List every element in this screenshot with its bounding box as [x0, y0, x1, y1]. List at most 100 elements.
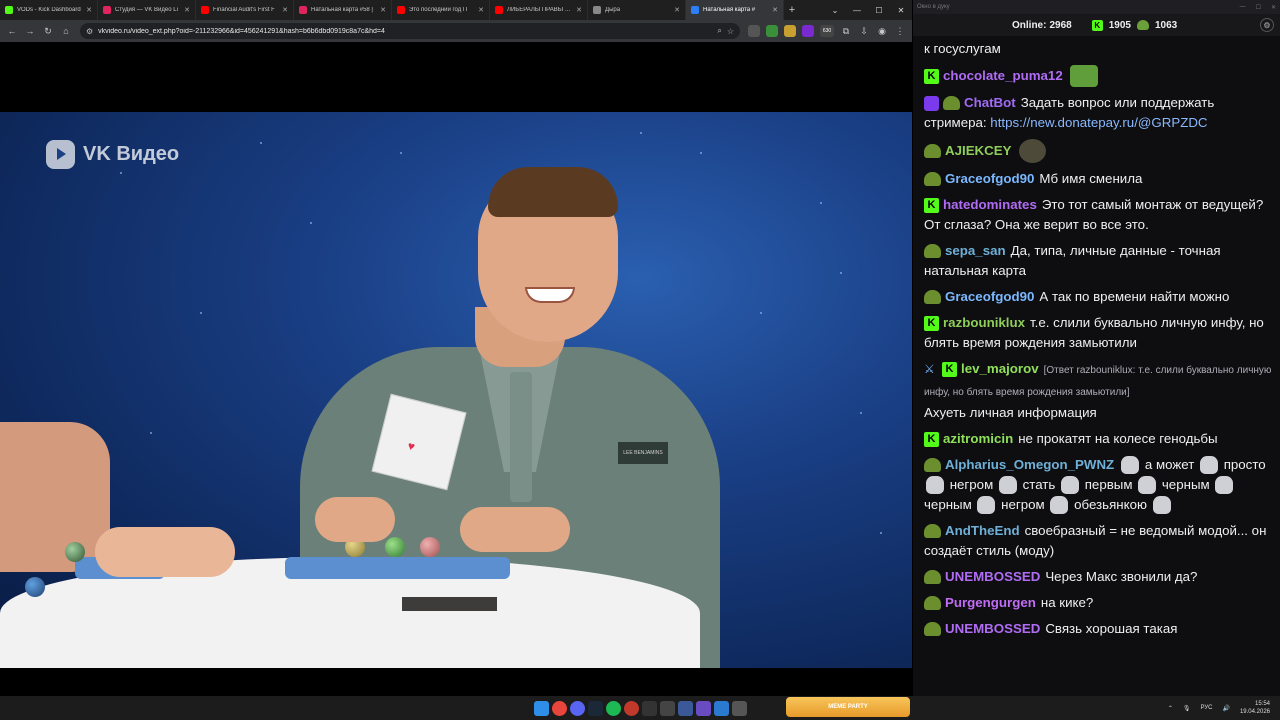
chat-message: UNEMBOSSED Связь хорошая такая [924, 616, 1274, 642]
browser-tab[interactable]: Это последний год П ✕ [392, 0, 490, 20]
chat-window: Окно в дуку — ☐ ✕ Online: 2968 K 1905 10… [913, 0, 1280, 696]
chat-username[interactable]: Alpharius_Omegon_PWNZ [945, 457, 1114, 472]
extension-icon[interactable] [802, 25, 814, 37]
video-player[interactable]: VK Видео LEE BENJAMINS ♥ [0, 42, 912, 696]
browser-tab[interactable]: Financial Audit's First F ✕ [196, 0, 294, 20]
chat-username[interactable]: ChatBot [964, 95, 1016, 110]
message-text: Ахуеть личная информация [924, 405, 1097, 420]
subscriber-badge-icon [924, 570, 941, 585]
meme-party-widget[interactable]: MEME PARTY [786, 697, 910, 717]
app-icon[interactable] [732, 700, 747, 716]
extension-icon[interactable] [784, 25, 796, 37]
chat-message: Krazbouniklux т.е. слили буквально личную… [924, 310, 1274, 356]
chat-username[interactable]: Purgengurgen [945, 595, 1036, 610]
vk-play-logo-icon [46, 140, 75, 169]
tray-chevron-icon[interactable]: ⌃ [1168, 705, 1173, 712]
extension-icon[interactable] [748, 25, 760, 37]
kick-count: 1905 [1108, 19, 1131, 31]
chat-username[interactable]: Graceofgod90 [945, 171, 1034, 186]
chat-username[interactable]: AndTheEnd [945, 523, 1020, 538]
steam-icon[interactable] [588, 700, 603, 716]
chat-username[interactable]: UNEMBOSSED [945, 621, 1040, 636]
app-icon[interactable] [714, 700, 729, 716]
back-icon[interactable]: ← [4, 23, 20, 39]
message-text: обезьянкою [1070, 497, 1151, 512]
chat-messages[interactable]: к госуслугам Kchocolate_puma12 ChatBot Зада… [913, 36, 1280, 696]
chat-username[interactable]: UNEMBOSSED [945, 569, 1040, 584]
close-button[interactable]: ✕ [1271, 4, 1276, 11]
tab-title: Натальная карта # [703, 7, 756, 13]
zoom-icon[interactable]: ⌕ [717, 26, 721, 36]
volume-icon[interactable]: 🔊 [1222, 705, 1229, 712]
site-info-icon[interactable]: ⚙ [86, 27, 93, 36]
address-bar[interactable]: ⚙ vkvideo.ru/video_ext.php?oid=-21123296… [80, 23, 740, 39]
home-icon[interactable]: ⌂ [58, 23, 74, 39]
app-icon[interactable] [696, 700, 711, 716]
new-tab-button[interactable]: + [784, 0, 800, 20]
tab-close-icon[interactable]: ✕ [380, 6, 386, 14]
tab-close-icon[interactable]: ✕ [772, 6, 778, 14]
chat-stats-header: Online: 2968 K 1905 1063 ⚙ [913, 14, 1280, 36]
chat-username[interactable]: sepa_san [945, 243, 1006, 258]
chat-username[interactable]: azitromicin [943, 431, 1013, 446]
download-icon[interactable]: ⇩ [856, 23, 872, 39]
tab-close-icon[interactable]: ✕ [674, 6, 680, 14]
moderator-sword-icon: ⚔ [924, 362, 935, 377]
extension-icon[interactable] [766, 25, 778, 37]
chat-message: sepa_san Да, типа, личные данные - точная… [924, 238, 1274, 284]
tab-close-icon[interactable]: ✕ [86, 6, 92, 14]
subscriber-badge-icon [924, 622, 941, 637]
app-icon[interactable] [642, 700, 657, 716]
tab-close-icon[interactable]: ✕ [184, 6, 190, 14]
dog-emote-icon [1121, 456, 1140, 475]
extension-badge[interactable]: 630 [820, 25, 834, 37]
tab-search-icon[interactable]: ⌄ [824, 0, 846, 20]
tab-favicon-icon [103, 6, 111, 14]
discord-icon[interactable] [570, 700, 585, 716]
chat-username[interactable]: chocolate_puma12 [943, 68, 1063, 83]
reload-icon[interactable]: ↻ [40, 23, 56, 39]
browser-tab[interactable]: Натальная карта # ✕ [686, 0, 784, 20]
menu-icon[interactable]: ⋮ [892, 23, 908, 39]
browser-tab[interactable]: VODs - Kick Dashboard ✕ [0, 0, 98, 20]
app-icon[interactable] [678, 700, 693, 716]
close-window-button[interactable]: ✕ [890, 0, 912, 20]
subscriber-badge-icon [924, 244, 941, 259]
subscriber-badge-icon [924, 458, 941, 473]
tab-close-icon[interactable]: ✕ [282, 6, 288, 14]
url-text: vkvideo.ru/video_ext.php?oid=-211232966&… [98, 27, 385, 35]
maximize-button[interactable]: ☐ [1256, 4, 1261, 11]
bookmark-star-icon[interactable]: ☆ [727, 27, 734, 36]
forward-icon[interactable]: → [22, 23, 38, 39]
browser-tab[interactable]: Дыра ✕ [588, 0, 686, 20]
dog-emote-icon [998, 476, 1017, 495]
browser-tab[interactable]: Студия — VK Видео Li ✕ [98, 0, 196, 20]
extensions-puzzle-icon[interactable]: ⧉ [838, 23, 854, 39]
tab-close-icon[interactable]: ✕ [576, 6, 582, 14]
chat-username[interactable]: razbouniklux [943, 315, 1025, 330]
tab-close-icon[interactable]: ✕ [478, 6, 484, 14]
message-link[interactable]: https://new.donatepay.ru/@GRPZDC [990, 115, 1207, 130]
dog-emote-icon [1200, 456, 1218, 475]
chat-username[interactable]: lev_majorov [961, 361, 1039, 376]
spotify-icon[interactable] [606, 700, 621, 716]
clock[interactable]: 15:54 19.04.2026 [1240, 700, 1270, 716]
app-icon[interactable] [624, 700, 639, 716]
chat-username[interactable]: hatedominates [943, 197, 1037, 212]
browser-tab[interactable]: Натальная карта #58 | ✕ [294, 0, 392, 20]
browser-tab[interactable]: ЛИБЕРАЛЫ ПРАВЫ ВО ✕ [490, 0, 588, 20]
mic-icon[interactable]: 🎙 [1183, 705, 1191, 712]
profile-icon[interactable]: ◉ [874, 23, 890, 39]
app-icon[interactable] [660, 700, 675, 716]
chat-username[interactable]: AJIEKCEY [945, 143, 1012, 158]
settings-gear-icon[interactable]: ⚙ [1260, 18, 1274, 32]
language-indicator[interactable]: РУС [1200, 705, 1212, 711]
maximize-button[interactable]: ☐ [868, 0, 890, 20]
chat-username[interactable]: Graceofgod90 [945, 289, 1034, 304]
kick-icon: K [1091, 19, 1103, 31]
tab-favicon-icon [397, 6, 405, 14]
start-windows-icon[interactable] [534, 700, 549, 716]
chrome-icon[interactable] [552, 700, 567, 716]
minimize-button[interactable]: — [846, 0, 868, 20]
minimize-button[interactable]: — [1240, 4, 1246, 11]
